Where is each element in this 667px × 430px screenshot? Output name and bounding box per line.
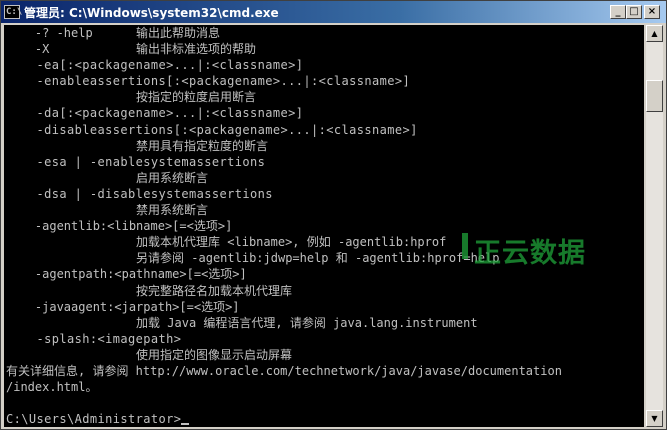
console-line: -disableassertions[:<packagename>...|:<c… [6, 122, 418, 137]
watermark-logo-icon [462, 233, 468, 259]
scroll-down-arrow-icon[interactable]: ▼ [646, 410, 663, 427]
close-button[interactable]: × [644, 5, 660, 19]
console-line: 按完整路径名加载本机代理库 [6, 283, 293, 298]
cmd-window: C:\ 管理员: C:\Windows\system32\cmd.exe _ □… [0, 0, 667, 430]
console-line: 使用指定的图像显示启动屏幕 [6, 347, 293, 362]
command-prompt[interactable]: C:\Users\Administrator> [6, 411, 562, 427]
console-line: 禁用系统断言 [6, 203, 209, 218]
console-line: 禁用具有指定粒度的断言 [6, 138, 269, 153]
console-line: -X 输出非标准选项的帮助 [6, 42, 257, 57]
console-line: -? -help 输出此帮助消息 [6, 26, 221, 40]
console-line: /index.html。 [6, 380, 98, 395]
scroll-up-arrow-icon[interactable]: ▲ [646, 25, 663, 42]
console-line: -splash:<imagepath> [6, 331, 182, 346]
vertical-scrollbar[interactable]: ▲ ▼ [646, 25, 663, 427]
watermark-text: 正云数据 [474, 238, 586, 269]
scrollbar-thumb[interactable] [646, 80, 663, 112]
minimize-button[interactable]: _ [610, 5, 626, 19]
console-output[interactable]: -? -help 输出此帮助消息 -X 输出非标准选项的帮助 -ea[:<pac… [4, 25, 644, 427]
console-line: 有关详细信息, 请参阅 http://www.oracle.com/techne… [6, 363, 562, 378]
console-line: -dsa | -disablesystemassertions [6, 186, 273, 201]
maximize-button[interactable]: □ [626, 5, 642, 19]
window-title: 管理员: C:\Windows\system32\cmd.exe [24, 5, 279, 20]
text-cursor [181, 423, 190, 426]
console-lines: -? -help 输出此帮助消息 -X 输出非标准选项的帮助 -ea[:<pac… [6, 25, 562, 427]
cmd-icon[interactable]: C:\ [4, 5, 22, 19]
prompt-text: C:\Users\Administrator> [6, 412, 182, 427]
console-line: -esa | -enablesystemassertions [6, 154, 266, 169]
title-bar[interactable]: C:\ 管理员: C:\Windows\system32\cmd.exe [1, 1, 666, 23]
console-line: 加载 Java 编程语言代理, 请参阅 java.lang.instrument [6, 315, 478, 330]
console-line: -da[:<packagename>...|:<classname>] [6, 106, 304, 121]
console-line: -enableassertions[:<packagename>...|:<cl… [6, 74, 411, 89]
console-line: -ea[:<packagename>...|:<classname>] [6, 58, 304, 73]
console-line: 按指定的粒度启用断言 [6, 90, 257, 105]
console-line: 启用系统断言 [6, 170, 209, 185]
console-line: -javaagent:<jarpath>[=<选项>] [6, 299, 240, 314]
